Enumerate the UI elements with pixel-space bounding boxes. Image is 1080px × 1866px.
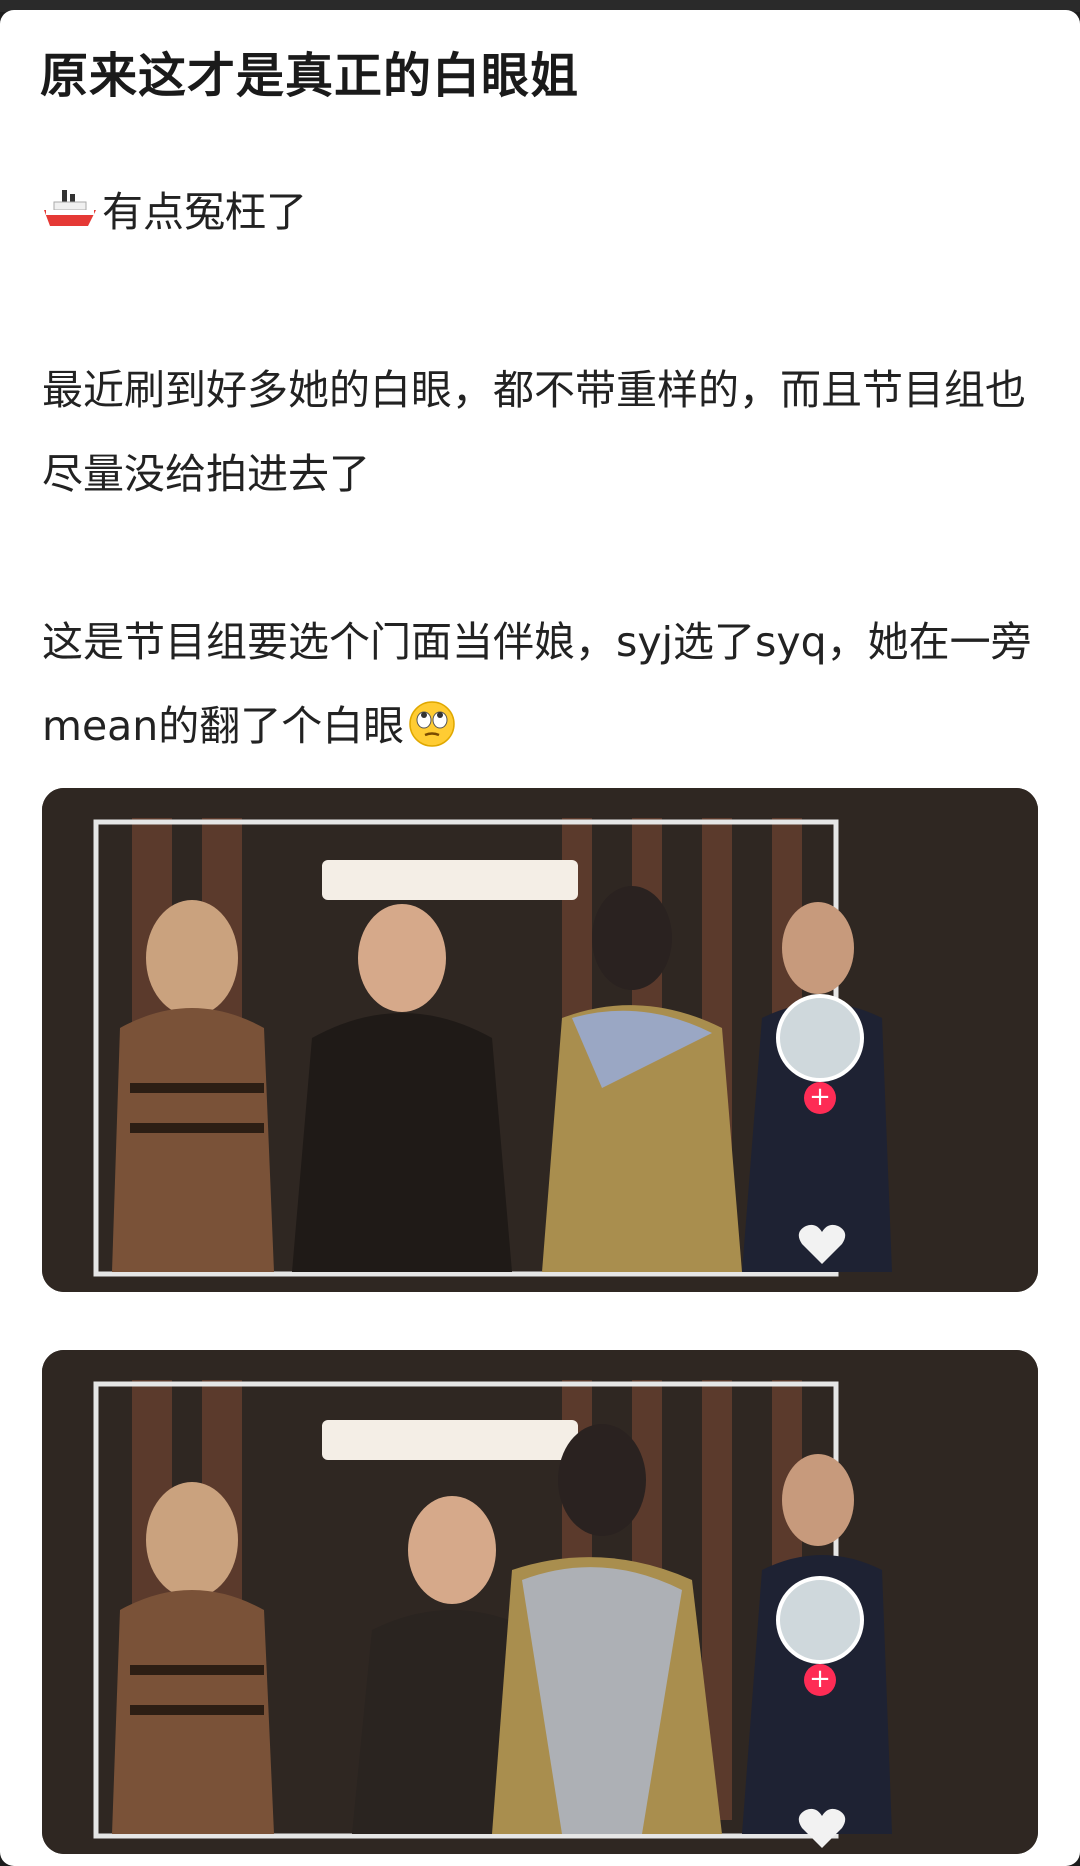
heart-icon[interactable] [796, 1222, 848, 1266]
video-screenshot-2[interactable]: + [42, 1350, 1038, 1854]
face-with-rolling-eyes-icon [408, 692, 456, 747]
heart-icon[interactable] [796, 1806, 848, 1850]
post-line-1: 有点冤枉了 [42, 170, 1042, 254]
video-screenshot-1[interactable]: + [42, 788, 1038, 1292]
avatar [776, 994, 864, 1082]
post-card: 原来这才是真正的白眼姐 有点冤枉了 最近刷到好多她的白眼，都不带重样的，而且节目… [0, 10, 1080, 1866]
post-line-3: 这是节目组要选个门面当伴娘，syj选了syq，她在一旁mean的翻了个白眼 [42, 600, 1042, 768]
post-line-2: 最近刷到好多她的白眼，都不带重样的，而且节目组也尽量没给拍进去了 [42, 366, 1026, 498]
follow-plus-icon[interactable]: + [804, 1664, 836, 1696]
follow-plus-icon[interactable]: + [804, 1082, 836, 1114]
ship-emoji-icon [42, 174, 98, 226]
line1-text: 有点冤枉了 [102, 188, 307, 236]
post-title: 原来这才是真正的白眼姐 [40, 48, 580, 104]
line3-text: 这是节目组要选个门面当伴娘，syj选了syq，她在一旁mean的翻了个白眼 [42, 618, 1032, 750]
